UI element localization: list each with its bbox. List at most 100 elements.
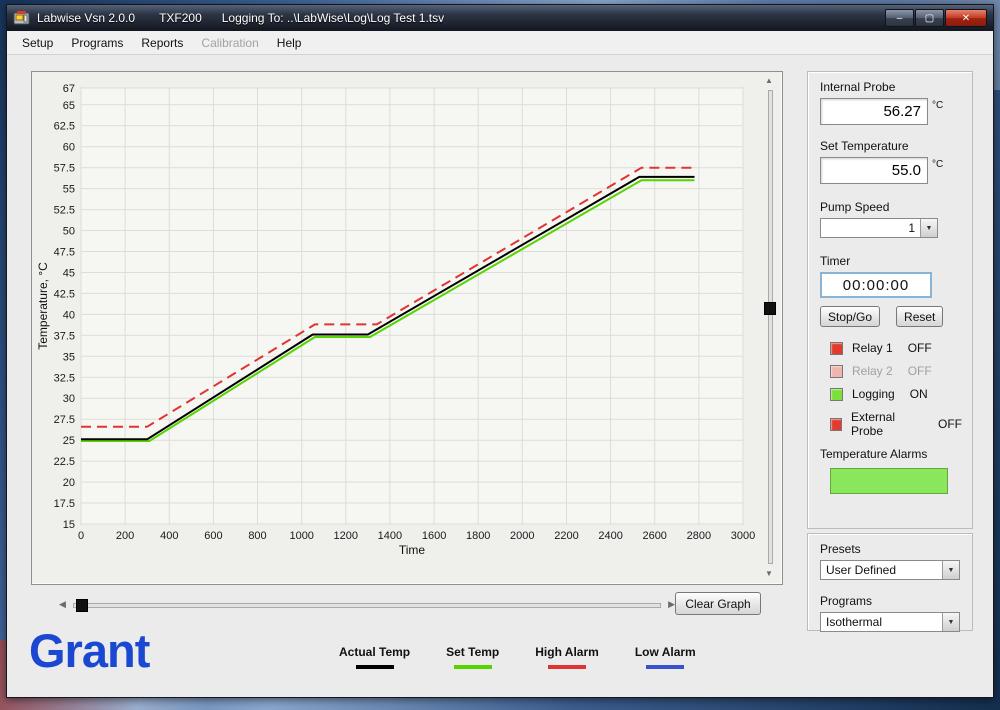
- vertical-thumb[interactable]: [764, 302, 776, 315]
- legend-swatch: [356, 665, 394, 669]
- relay-1-state: OFF: [908, 341, 932, 355]
- titlebar[interactable]: Labwise Vsn 2.0.0 TXF200 Logging To: ..\…: [7, 5, 993, 31]
- window-controls: – ▢ ✕: [885, 9, 987, 27]
- svg-text:Time: Time: [399, 543, 426, 557]
- legend-label: Low Alarm: [635, 645, 696, 659]
- programs-select[interactable]: Isothermal ▼: [820, 612, 960, 632]
- svg-text:47.5: 47.5: [54, 247, 75, 259]
- menu-setup[interactable]: Setup: [13, 33, 62, 53]
- status-indicators: Relay 1 OFF Relay 2 OFF Logging ON Exter…: [830, 341, 962, 438]
- external-probe-label: External Probe: [851, 410, 923, 438]
- logging-led-icon: [830, 388, 843, 401]
- svg-text:22.5: 22.5: [54, 456, 75, 468]
- svg-text:600: 600: [204, 530, 222, 542]
- chevron-down-icon[interactable]: ▼: [942, 561, 959, 579]
- vertical-track[interactable]: [768, 90, 773, 564]
- minimize-button[interactable]: –: [885, 9, 914, 27]
- maximize-button[interactable]: ▢: [915, 9, 944, 27]
- relay-1-label: Relay 1: [852, 341, 893, 355]
- legend-actual-temp: Actual Temp: [339, 645, 410, 669]
- svg-text:60: 60: [63, 142, 75, 154]
- timer-label: Timer: [820, 254, 962, 268]
- relay-2-label: Relay 2: [852, 364, 893, 378]
- scroll-down-icon[interactable]: ▼: [765, 569, 773, 578]
- client-area: 0200400600800100012001400160018002000220…: [7, 55, 993, 697]
- horizontal-scrollbar[interactable]: ◀ ▶: [59, 597, 675, 613]
- relay-2-led-icon: [830, 365, 843, 378]
- horizontal-thumb[interactable]: [76, 599, 88, 612]
- logging-indicator: Logging ON: [830, 387, 962, 401]
- legend-low-alarm: Low Alarm: [635, 645, 696, 669]
- menu-programs[interactable]: Programs: [62, 33, 132, 53]
- chevron-down-icon[interactable]: ▼: [942, 613, 959, 631]
- scroll-up-icon[interactable]: ▲: [765, 76, 773, 85]
- vertical-scrollbar[interactable]: ▲ ▼: [763, 78, 778, 576]
- svg-text:2000: 2000: [510, 530, 534, 542]
- legend-high-alarm: High Alarm: [535, 645, 599, 669]
- chart-panel: 0200400600800100012001400160018002000220…: [31, 71, 783, 585]
- presets-select[interactable]: User Defined ▼: [820, 560, 960, 580]
- window-logging-path: Logging To: ..\LabWise\Log\Log Test 1.ts…: [222, 11, 444, 25]
- svg-text:67: 67: [63, 83, 75, 95]
- svg-text:1000: 1000: [289, 530, 313, 542]
- chevron-down-icon[interactable]: ▼: [920, 219, 937, 237]
- temperature-chart: 0200400600800100012001400160018002000220…: [35, 76, 757, 558]
- window-title: Labwise Vsn 2.0.0: [37, 11, 135, 25]
- svg-text:1200: 1200: [334, 530, 358, 542]
- controls-panel: Internal Probe °C Set Temperature °C Pum…: [807, 71, 973, 529]
- internal-probe-unit: °C: [932, 100, 943, 111]
- svg-text:1600: 1600: [422, 530, 446, 542]
- stop-go-button[interactable]: Stop/Go: [820, 306, 880, 327]
- set-temperature-unit: °C: [932, 159, 943, 170]
- grant-logo: Grant: [29, 623, 149, 678]
- logging-state: ON: [910, 387, 928, 401]
- close-button[interactable]: ✕: [945, 9, 987, 27]
- timer-display: 00:00:00: [820, 272, 932, 298]
- menu-help[interactable]: Help: [268, 33, 311, 53]
- legend-swatch: [646, 665, 684, 669]
- relay-2-indicator: Relay 2 OFF: [830, 364, 962, 378]
- svg-text:65: 65: [63, 100, 75, 112]
- legend-label: High Alarm: [535, 645, 599, 659]
- pump-speed-select[interactable]: 1 ▼: [820, 218, 938, 238]
- scroll-right-icon[interactable]: ▶: [668, 599, 675, 610]
- svg-text:17.5: 17.5: [54, 498, 75, 510]
- menu-reports[interactable]: Reports: [132, 33, 192, 53]
- set-temperature-label: Set Temperature: [820, 139, 962, 153]
- external-probe-state: OFF: [938, 417, 962, 431]
- svg-text:Temperature, °C: Temperature, °C: [36, 262, 50, 350]
- external-probe-indicator: External Probe OFF: [830, 410, 962, 438]
- scroll-left-icon[interactable]: ◀: [59, 599, 66, 610]
- svg-text:32.5: 32.5: [54, 372, 75, 384]
- svg-text:2200: 2200: [554, 530, 578, 542]
- svg-text:27.5: 27.5: [54, 414, 75, 426]
- internal-probe-value[interactable]: [820, 98, 928, 125]
- svg-text:0: 0: [78, 530, 84, 542]
- svg-text:62.5: 62.5: [54, 121, 75, 133]
- internal-probe-label: Internal Probe: [820, 80, 962, 94]
- legend-swatch: [548, 665, 586, 669]
- programs-label: Programs: [820, 594, 962, 608]
- temperature-alarms-display: [830, 468, 948, 494]
- window-device-label: TXF200: [159, 11, 202, 25]
- svg-text:40: 40: [63, 309, 75, 321]
- reset-button[interactable]: Reset: [896, 306, 943, 327]
- svg-text:20: 20: [63, 477, 75, 489]
- relay-1-led-icon: [830, 342, 843, 355]
- svg-text:30: 30: [63, 393, 75, 405]
- relay-2-state: OFF: [908, 364, 932, 378]
- temperature-alarms-label: Temperature Alarms: [820, 447, 962, 461]
- svg-text:57.5: 57.5: [54, 163, 75, 175]
- menubar: Setup Programs Reports Calibration Help: [7, 31, 993, 55]
- pump-speed-label: Pump Speed: [820, 200, 962, 214]
- svg-text:50: 50: [63, 226, 75, 238]
- external-probe-led-icon: [830, 418, 842, 431]
- relay-1-indicator: Relay 1 OFF: [830, 341, 962, 355]
- svg-text:1800: 1800: [466, 530, 490, 542]
- svg-text:2600: 2600: [642, 530, 666, 542]
- set-temperature-value[interactable]: [820, 157, 928, 184]
- horizontal-track[interactable]: [73, 603, 661, 608]
- svg-text:2400: 2400: [598, 530, 622, 542]
- clear-graph-button[interactable]: Clear Graph: [675, 592, 761, 615]
- svg-text:42.5: 42.5: [54, 288, 75, 300]
